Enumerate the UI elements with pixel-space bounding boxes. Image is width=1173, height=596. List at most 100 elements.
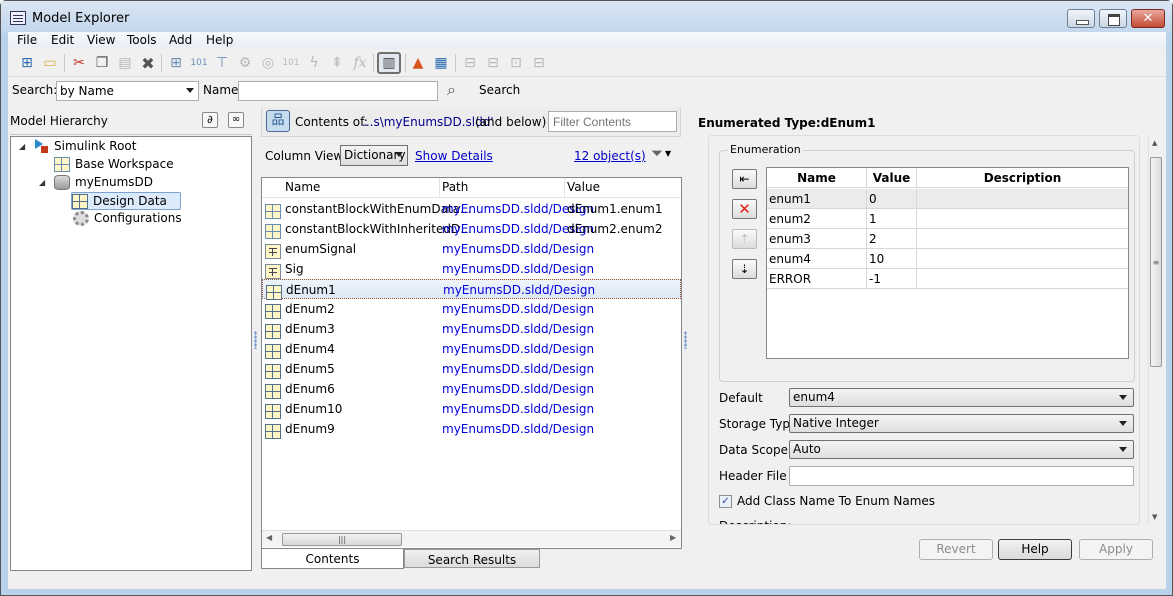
export-icon[interactable]: ⊡ bbox=[506, 53, 526, 73]
delete-enum-button[interactable]: ✕ bbox=[732, 199, 757, 219]
tree-item-myenumsdd[interactable]: myEnumsDD bbox=[54, 174, 153, 192]
tab-contents[interactable]: Contents bbox=[261, 549, 404, 569]
enum-value[interactable]: 1 bbox=[869, 209, 877, 229]
search-button[interactable]: Search bbox=[479, 83, 520, 97]
menu-edit[interactable]: Edit bbox=[51, 33, 74, 47]
scroll-down-icon[interactable]: ▼ bbox=[1152, 513, 1157, 521]
enum-value[interactable]: 2 bbox=[869, 229, 877, 249]
enum-row[interactable]: ERROR -1 bbox=[767, 269, 1128, 289]
filter-icon[interactable]: ⏷ bbox=[651, 144, 663, 162]
simulink-library-icon[interactable]: ▦ bbox=[431, 53, 451, 73]
scroll-left-icon[interactable]: ◀ bbox=[266, 533, 272, 542]
help-button[interactable]: Help bbox=[998, 539, 1072, 560]
enum-value[interactable]: 0 bbox=[869, 189, 877, 209]
enum-name[interactable]: enum1 bbox=[769, 189, 811, 209]
menu-help[interactable]: Help bbox=[206, 33, 233, 47]
column-divider[interactable] bbox=[439, 178, 440, 198]
scrollbar-thumb[interactable]: ||| bbox=[282, 533, 402, 546]
close-button[interactable]: ✕ bbox=[1131, 9, 1165, 28]
filter-icon[interactable]: ⊟ bbox=[460, 53, 480, 73]
search-icon[interactable]: ⌕ bbox=[447, 80, 456, 100]
table-row[interactable]: enumSignal myEnumsDD.sldd/Design bbox=[262, 239, 681, 259]
stateflow-event-icon[interactable]: ϟ bbox=[304, 53, 324, 73]
tab-search-results[interactable]: Search Results bbox=[404, 549, 540, 568]
table-row[interactable]: dEnum10 myEnumsDD.sldd/Design bbox=[262, 399, 681, 419]
object-count-link[interactable]: 12 object(s) bbox=[574, 149, 646, 163]
new-model-icon[interactable]: ⊞ bbox=[17, 53, 37, 73]
minimize-button[interactable] bbox=[1067, 9, 1095, 28]
table-row[interactable]: dEnum3 myEnumsDD.sldd/Design bbox=[262, 319, 681, 339]
menu-view[interactable]: View bbox=[87, 33, 115, 47]
menu-add[interactable]: Add bbox=[169, 33, 192, 47]
table-row[interactable]: dEnum5 myEnumsDD.sldd/Design bbox=[262, 359, 681, 379]
default-dropdown[interactable]: enum4 bbox=[789, 388, 1134, 407]
mask-icon[interactable]: ∞ bbox=[228, 112, 244, 128]
table-row[interactable]: Sig myEnumsDD.sldd/Design bbox=[262, 259, 681, 279]
enum-row[interactable]: enum3 2 bbox=[767, 229, 1128, 249]
scroll-right-icon[interactable]: ▶ bbox=[670, 533, 676, 542]
column-view-dropdown[interactable]: Dictionary bbox=[340, 145, 408, 166]
table-row[interactable]: dEnum6 myEnumsDD.sldd/Design bbox=[262, 379, 681, 399]
enum-name[interactable]: ERROR bbox=[769, 269, 811, 289]
stateflow-data-icon[interactable]: ⇞ bbox=[327, 53, 347, 73]
enum-row[interactable]: enum2 1 bbox=[767, 209, 1128, 229]
enum-name[interactable]: enum3 bbox=[769, 229, 811, 249]
delete-icon[interactable]: ✖ bbox=[138, 53, 158, 73]
table-row[interactable]: dEnum9 myEnumsDD.sldd/Design bbox=[262, 419, 681, 439]
data-scope-dropdown[interactable]: Auto bbox=[789, 440, 1134, 459]
expand-triangle-icon[interactable]: ◢ bbox=[39, 178, 45, 187]
show-details-link[interactable]: Show Details bbox=[415, 149, 493, 163]
add-enum-icon[interactable]: 101 bbox=[189, 53, 209, 73]
maximize-button[interactable] bbox=[1099, 9, 1127, 28]
matlab-icon[interactable]: ▲ bbox=[408, 53, 428, 73]
expand-triangle-icon[interactable]: ◢ bbox=[19, 142, 25, 151]
table-row[interactable]: constantBlockWithInheritedD... myEnumsDD.… bbox=[262, 219, 681, 239]
enum-value[interactable]: -1 bbox=[869, 269, 881, 289]
bus-icon[interactable]: 101 bbox=[281, 53, 301, 73]
table-row[interactable]: dEnum4 myEnumsDD.sldd/Design bbox=[262, 339, 681, 359]
link-icon[interactable]: ∂ bbox=[202, 112, 218, 128]
enum-name[interactable]: enum4 bbox=[769, 249, 811, 269]
column-divider[interactable] bbox=[564, 178, 565, 198]
enum-name[interactable]: enum2 bbox=[769, 209, 811, 229]
copy-icon[interactable]: ❐ bbox=[92, 53, 112, 73]
move-up-button[interactable]: ⇡ bbox=[732, 229, 757, 249]
apply-button[interactable]: Apply bbox=[1079, 539, 1153, 560]
revert-button[interactable]: Revert bbox=[919, 539, 993, 560]
tree-item-base-workspace[interactable]: Base Workspace bbox=[54, 156, 174, 174]
menu-tools[interactable]: Tools bbox=[127, 33, 157, 47]
tree-item-simulink-root[interactable]: Simulink Root bbox=[35, 138, 136, 156]
chevron-down-icon[interactable]: ▼ bbox=[665, 149, 671, 158]
compare-icon[interactable]: ⊟ bbox=[483, 53, 503, 73]
storage-type-dropdown[interactable]: Native Integer bbox=[789, 414, 1134, 433]
enum-row[interactable]: enum1 0 bbox=[767, 189, 1128, 209]
column-header-path[interactable]: Path bbox=[442, 180, 468, 194]
config-ref-icon[interactable]: ◎ bbox=[258, 53, 278, 73]
table-row[interactable]: dEnum2 myEnumsDD.sldd/Design bbox=[262, 299, 681, 319]
open-folder-icon[interactable]: ▭ bbox=[40, 53, 60, 73]
add-workspace-var-icon[interactable]: ⊞ bbox=[166, 53, 186, 73]
search-mode-dropdown[interactable]: by Name bbox=[56, 81, 199, 101]
column-header-value[interactable]: Value bbox=[567, 180, 600, 194]
cut-icon[interactable]: ✂ bbox=[69, 53, 89, 73]
filter-contents-input[interactable] bbox=[548, 111, 677, 132]
move-down-button[interactable]: ⇣ bbox=[732, 259, 757, 279]
tree-item-design-data[interactable]: Design Data bbox=[71, 192, 181, 210]
scrollbar-thumb[interactable]: ≡ bbox=[1150, 157, 1162, 367]
left-splitter-handle[interactable] bbox=[254, 331, 257, 349]
configuration-icon[interactable]: ⚙ bbox=[235, 53, 255, 73]
paste-icon[interactable]: ▤ bbox=[115, 53, 135, 73]
add-signal-icon[interactable]: ⊤ bbox=[212, 53, 232, 73]
right-splitter-handle[interactable] bbox=[684, 331, 687, 349]
header-file-input[interactable] bbox=[789, 466, 1134, 486]
hierarchy-view-icon[interactable]: 品 bbox=[266, 110, 290, 132]
menu-file[interactable]: File bbox=[17, 33, 37, 47]
horizontal-scrollbar[interactable]: ◀ ||| ▶ bbox=[262, 530, 681, 547]
table-row[interactable]: constantBlockWithEnumData... myEnumsDD.sl… bbox=[262, 199, 681, 219]
function-icon[interactable]: fx bbox=[350, 53, 370, 73]
dialog-view-icon[interactable]: ▥ bbox=[377, 52, 401, 74]
scroll-up-icon[interactable]: ▲ bbox=[1152, 139, 1157, 147]
column-header-name[interactable]: Name bbox=[285, 180, 320, 194]
vertical-scrollbar[interactable]: ▲ ≡ ▼ bbox=[1148, 137, 1163, 525]
tree-item-configurations[interactable]: Configurations bbox=[73, 210, 182, 228]
